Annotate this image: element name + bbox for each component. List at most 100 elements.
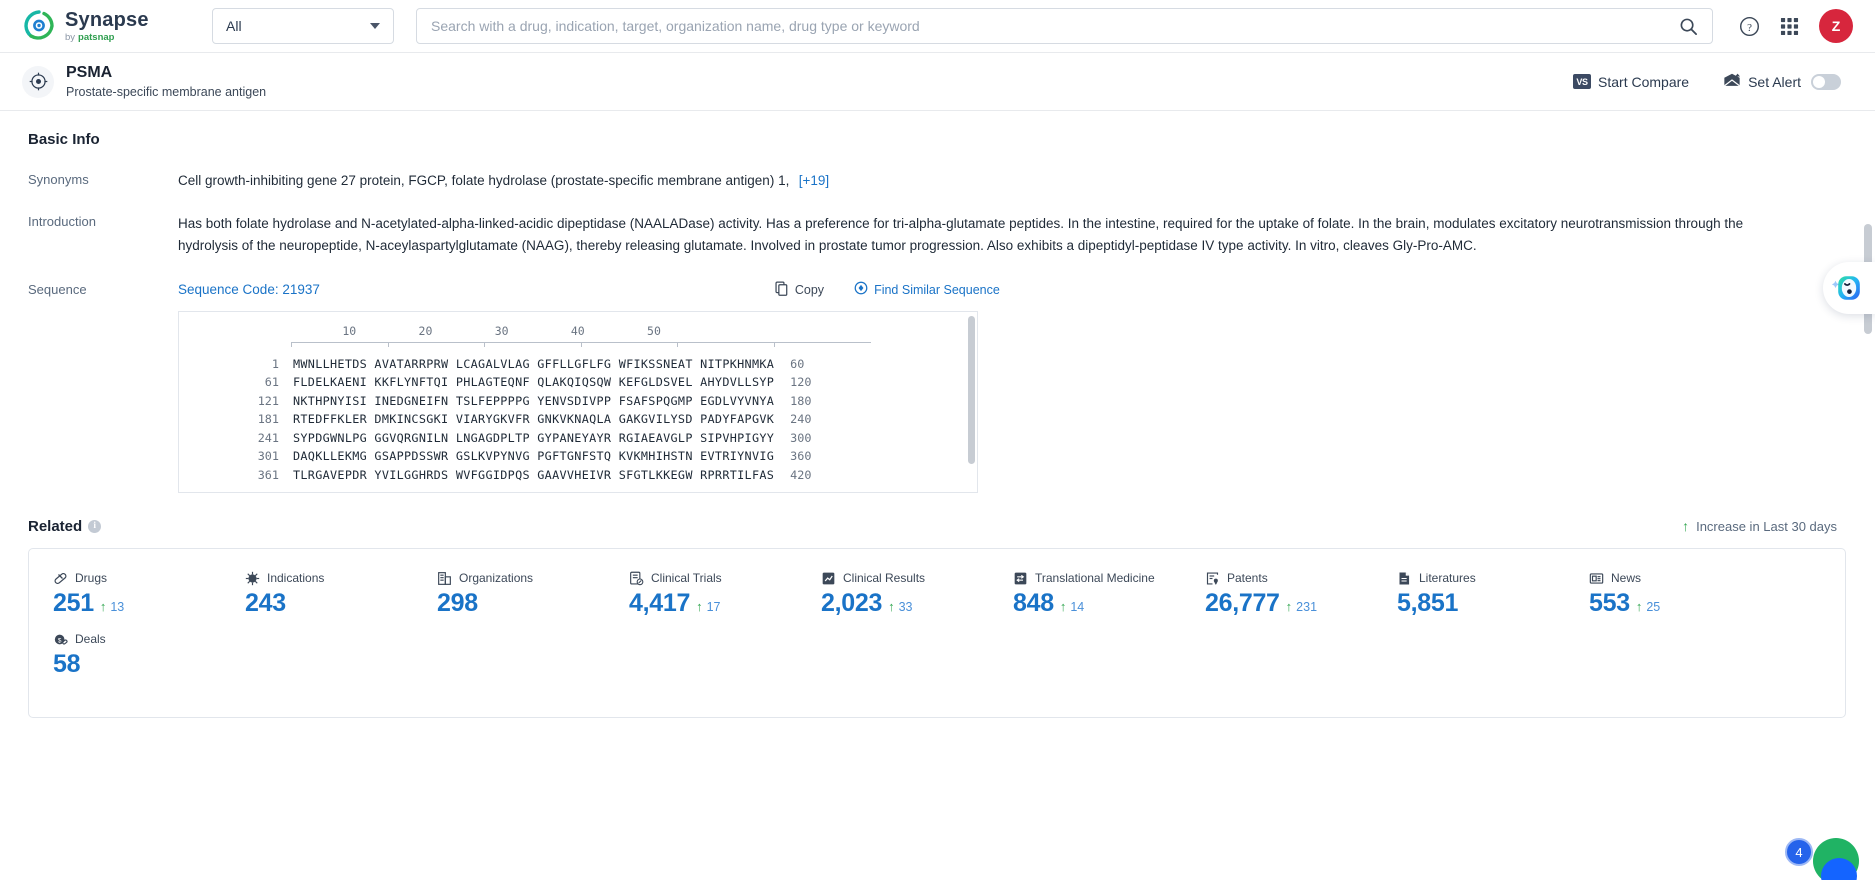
stat-label: Indications [267,571,325,586]
stat-value-row: 848 ↑ 14 [1013,589,1205,618]
related-stats-grid: Drugs 251 ↑ 13 Indications 243 Organizations 29… [53,571,1821,693]
stat-label: Deals [75,632,106,647]
stat-delta-value: 14 [1070,599,1085,614]
top-navigation-bar: Synapse by patsnap All ? [0,0,1875,53]
related-stat-translational-medicine[interactable]: Translational Medicine 848 ↑ 14 [1013,571,1205,618]
ruler-tick [773,341,775,347]
sequence-header: Sequence Code: 21937 Copy Find Similar S… [178,281,1847,299]
entity-subheader: PSMA Prostate-specific membrane antigen … [0,53,1875,111]
search-icon[interactable] [1679,17,1698,36]
sequence-start-index: 361 [257,468,279,482]
synonyms-value: Cell growth-inhibiting gene 27 protein, … [178,173,790,188]
brand-name: Synapse [65,8,149,31]
news-icon [1589,571,1604,586]
stat-delta: ↑ 25 [1636,600,1660,614]
sequence-viewer[interactable]: 10 20 30 40 50 1 MWNLLHETDS AVATARRPRW LC… [178,310,978,493]
related-header: Related i ↑ Increase in Last 30 days [28,518,1847,535]
organizations-building-icon [437,571,452,586]
info-icon[interactable]: i [88,519,102,533]
stat-value: 26,777 [1205,588,1280,617]
clinical-trials-icon [629,571,644,586]
stat-value: 243 [245,588,286,617]
related-stat-drugs[interactable]: Drugs 251 ↑ 13 [53,571,245,618]
ruler-tick [484,341,485,347]
sequence-end-index: 360 [790,449,812,464]
stat-label: Literatures [1419,571,1476,586]
related-stat-indications[interactable]: Indications 243 [245,571,437,618]
grid-apps-icon[interactable] [1780,17,1799,36]
notification-count-badge[interactable]: 4 [1785,838,1813,866]
related-stat-clinical-trials[interactable]: Clinical Trials 4,417 ↑ 17 [629,571,821,618]
stat-header: News [1589,571,1781,586]
sequence-end-index: 120 [790,375,812,390]
set-alert-control[interactable]: Set Alert [1723,72,1841,91]
stat-value: 5,851 [1397,588,1459,617]
stat-value: 553 [1589,588,1630,617]
related-stat-news[interactable]: News 553 ↑ 25 [1589,571,1781,618]
translational-medicine-icon [1013,571,1028,586]
sequence-start-index: 61 [264,375,279,390]
sequence-scrollbar-thumb[interactable] [968,315,975,464]
sequence-residues: MWNLLHETDS AVATARRPRW LCAGALVLAG GFFLLGF… [293,356,775,371]
sequence-ruler-line [291,341,871,347]
up-arrow-icon: ↑ [696,598,703,614]
basic-info-title: Basic Info [28,131,100,148]
start-compare-label: Start Compare [1598,73,1690,90]
ai-assistant-mascot-icon[interactable] [1823,262,1875,314]
stat-label: Translational Medicine [1035,571,1155,586]
brand-logo-area[interactable]: Synapse by patsnap [22,9,182,43]
related-stat-deals[interactable]: $ Deals 58 [53,632,245,679]
find-similar-icon [854,281,868,298]
stat-delta-value: 33 [898,599,913,614]
stat-delta: ↑ 14 [1060,600,1084,614]
sequence-line: 61 FLDELKAENI KKFLYNFTQI PHLAGTEQNF QLAKQ… [179,373,977,392]
sequence-residues: DAQKLLEKMG GSAPPDSSWR GSLKVPYNVG PGFTGNF… [293,449,775,464]
stat-header: Patents [1205,571,1397,586]
find-similar-sequence-button[interactable]: Find Similar Sequence [854,281,1000,298]
sequence-lines: 1 MWNLLHETDS AVATARRPRW LCAGALVLAG GFFLLG… [179,355,977,485]
main-content: Basic Info Synonyms Cell growth-inhibiti… [0,111,1875,880]
copy-icon [775,281,789,299]
search-input[interactable] [431,18,1679,34]
sequence-label: Sequence [28,281,87,297]
stat-label: Organizations [459,571,534,586]
global-search-bar[interactable] [416,8,1713,44]
sequence-line: 361 TLRGAVEPDR YVILGGHRDS WVFGGIDPQS GAAV… [179,466,977,485]
stat-delta-value: 25 [1646,599,1661,614]
literatures-icon [1397,571,1412,586]
svg-text:$: $ [58,637,62,644]
copy-sequence-button[interactable]: Copy [775,281,824,299]
related-stat-patents[interactable]: Patents 26,777 ↑ 231 [1205,571,1397,618]
synonyms-more-link[interactable]: [+19] [799,173,829,188]
stat-delta-value: 17 [706,599,721,614]
stat-label: Clinical Results [843,571,926,586]
help-circle-icon[interactable]: ? [1739,16,1760,37]
sequence-end-index: 180 [790,393,812,408]
synapse-logo-icon [22,9,56,43]
sequence-residues: TLRGAVEPDR YVILGGHRDS WVFGGIDPQS GAAVVHE… [293,468,775,482]
alert-mail-icon [1723,72,1741,91]
related-stat-organizations[interactable]: Organizations 298 [437,571,629,618]
up-arrow-icon: ↑ [99,598,107,614]
start-compare-button[interactable]: VS Start Compare [1573,74,1689,90]
stat-header: Clinical Trials [629,571,821,586]
nav-right-actions: ? Z [1739,9,1853,43]
stat-delta: ↑ 13 [100,600,124,614]
synonyms-label: Synonyms [28,172,89,187]
related-stat-clinical-results[interactable]: Clinical Results 2,023 ↑ 33 [821,571,1013,618]
sequence-line: 241 SYPDGWNLPG GGVQRGNILN LNGAGDPLTP GYPA… [179,429,977,448]
up-arrow-icon: ↑ [1285,598,1293,614]
stat-delta-value: 231 [1296,599,1318,614]
sequence-code-link[interactable]: Sequence Code: 21937 [178,282,320,297]
brand-company-label: patsnap [78,31,115,43]
sequence-residues: FLDELKAENI KKFLYNFTQI PHLAGTEQNF QLAKQIQ… [293,375,775,390]
entity-identity: PSMA Prostate-specific membrane antigen [22,63,266,101]
sequence-line: 301 DAQKLLEKMG GSAPPDSSWR GSLKVPYNVG PGFT… [179,447,977,466]
set-alert-toggle[interactable] [1811,73,1841,90]
sequence-end-index: 420 [790,468,812,482]
copy-label: Copy [794,282,825,297]
related-stat-literatures[interactable]: Literatures 5,851 [1397,571,1589,618]
search-scope-selector[interactable]: All [212,8,394,44]
avatar[interactable]: Z [1819,9,1853,43]
stat-value: 4,417 [629,588,691,617]
